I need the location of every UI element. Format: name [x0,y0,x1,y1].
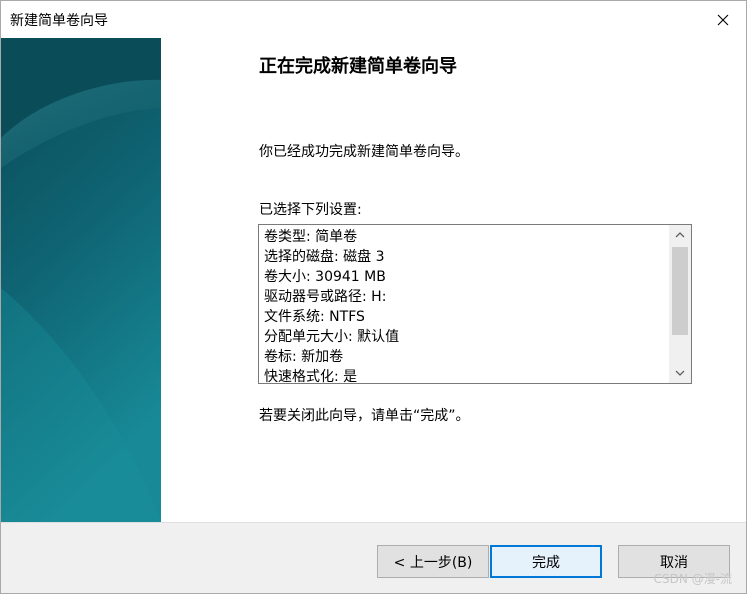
wizard-content: 正在完成新建简单卷向导 你已经成功完成新建简单卷向导。 已选择下列设置: 卷类型… [161,38,746,522]
scrollbar-thumb[interactable] [672,247,688,335]
settings-line: 卷大小: 30941 MB [264,269,386,285]
settings-line: 驱动器号或路径: H: [264,289,387,305]
chevron-up-icon [675,232,685,238]
vertical-scrollbar[interactable] [669,225,691,383]
wizard-window: 新建简单卷向导 正在完成新建简单卷向导 你已经成功完成新建简单卷向导。 已选择下… [0,0,747,594]
button-bar: < 上一步(B) 完成 取消 CSDN @漫-流 [1,522,746,593]
settings-list: 卷类型: 简单卷 选择的磁盘: 磁盘 3 卷大小: 30941 MB 驱动器号或… [259,225,669,383]
close-hint: 若要关闭此向导，请单击“完成”。 [259,408,470,424]
success-message: 你已经成功完成新建简单卷向导。 [259,144,469,160]
settings-line: 卷标: 新加卷 [264,349,344,365]
scroll-up-button[interactable] [669,225,691,245]
settings-textbox[interactable]: 卷类型: 简单卷 选择的磁盘: 磁盘 3 卷大小: 30941 MB 驱动器号或… [258,224,692,384]
finish-button[interactable]: 完成 [490,545,602,578]
settings-line: 快速格式化: 是 [264,369,358,383]
page-title: 正在完成新建简单卷向导 [259,56,457,77]
chevron-down-icon [675,370,685,376]
settings-line: 文件系统: NTFS [264,309,365,325]
wizard-banner [1,38,161,522]
close-icon [717,14,729,25]
watermark: CSDN @漫-流 [653,572,732,586]
settings-label: 已选择下列设置: [259,202,362,218]
banner-graphic [1,38,161,522]
close-button[interactable] [700,1,746,38]
window-title: 新建简单卷向导 [10,13,108,29]
settings-line: 卷类型: 简单卷 [264,229,358,245]
back-button[interactable]: < 上一步(B) [377,545,489,578]
settings-line: 分配单元大小: 默认值 [264,329,400,345]
title-bar: 新建简单卷向导 [1,1,746,38]
settings-line: 选择的磁盘: 磁盘 3 [264,249,385,265]
scroll-down-button[interactable] [669,363,691,383]
